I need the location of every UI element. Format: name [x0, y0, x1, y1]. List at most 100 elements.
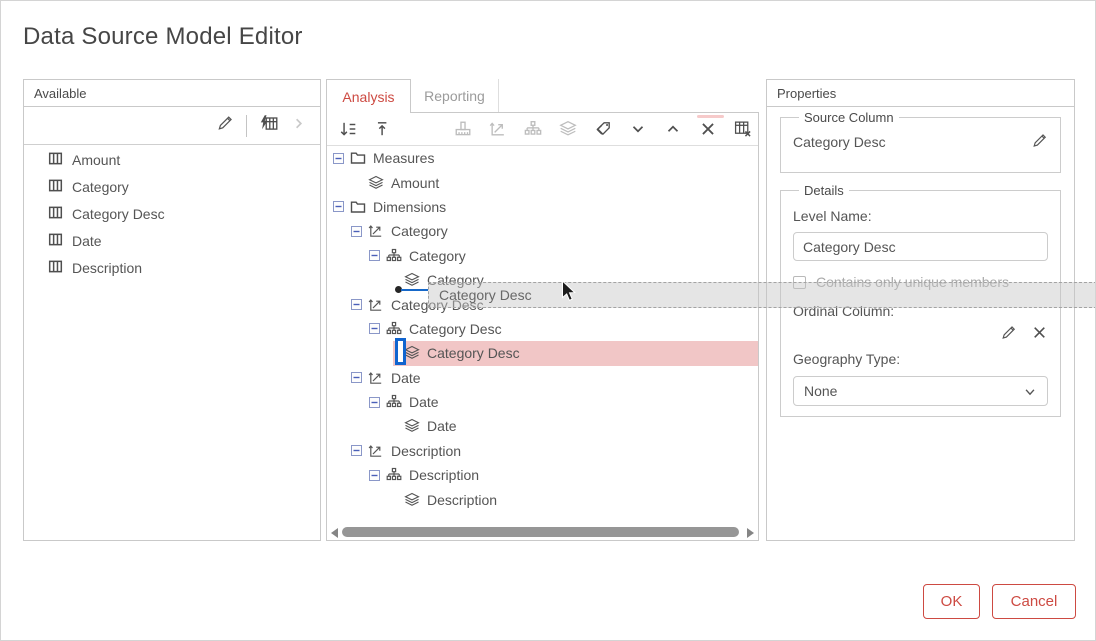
level-icon [404, 418, 420, 434]
add-measure-icon[interactable] [454, 120, 472, 138]
page-title: Data Source Model Editor [23, 23, 303, 51]
drag-ghost-label: Category Desc [439, 287, 532, 303]
tree-row-date-hierarchy[interactable]: Date [327, 390, 758, 414]
chevron-up-icon[interactable] [664, 120, 682, 138]
collapse-box-icon[interactable] [369, 323, 380, 334]
tree-row-description-level[interactable]: Description [327, 487, 758, 511]
add-attribute-icon[interactable] [594, 120, 612, 138]
hierarchy-icon [386, 248, 402, 264]
list-item[interactable]: Category Desc [24, 200, 320, 227]
available-toolbar [24, 107, 320, 145]
field-label: Category [72, 179, 129, 195]
geography-type-select[interactable]: None [793, 376, 1048, 406]
list-item[interactable]: Date [24, 227, 320, 254]
tree-label: Category [409, 248, 466, 264]
scrollbar-thumb[interactable] [342, 527, 739, 537]
collapse-box-icon[interactable] [351, 299, 362, 310]
table-column-icon [48, 232, 63, 250]
add-level-icon[interactable] [559, 120, 577, 138]
available-panel: Available Amount Category [23, 79, 321, 541]
collapse-box-icon[interactable] [333, 201, 344, 212]
tab-reporting[interactable]: Reporting [411, 79, 499, 112]
tree-row-category-hierarchy[interactable]: Category [327, 244, 758, 268]
chevron-down-icon[interactable] [629, 120, 647, 138]
horizontal-scrollbar[interactable] [331, 526, 754, 537]
available-panel-header: Available [24, 80, 320, 107]
table-column-icon [48, 259, 63, 277]
model-panel: Measures Amount Dimensions Category [326, 112, 759, 541]
model-toolbar [327, 113, 758, 146]
hierarchy-icon [386, 321, 402, 337]
clear-ordinal-column-icon[interactable] [1031, 324, 1048, 341]
source-column-value: Category Desc [793, 134, 886, 150]
details-legend: Details [799, 183, 849, 198]
tree-label: Category Desc [427, 345, 520, 361]
collapse-box-icon[interactable] [369, 470, 380, 481]
tree-row-date-level[interactable]: Date [327, 414, 758, 438]
tree-label: Date [391, 370, 421, 386]
drop-position-line [401, 289, 428, 291]
drop-insertion-marker [395, 338, 406, 365]
list-item[interactable]: Description [24, 254, 320, 281]
add-calculated-field-icon[interactable] [259, 114, 279, 137]
edit-source-column-icon[interactable] [1031, 132, 1048, 152]
tree-row-description-dimension[interactable]: Description [327, 439, 758, 463]
level-icon [368, 175, 384, 191]
cancel-button[interactable]: Cancel [992, 584, 1076, 619]
delete-table-icon[interactable] [734, 120, 752, 138]
properties-panel-header: Properties [767, 80, 1074, 107]
tree-row-date-dimension[interactable]: Date [327, 366, 758, 390]
geography-type-label: Geography Type: [793, 351, 1048, 367]
collapse-box-icon[interactable] [333, 153, 344, 164]
chevron-down-icon [1023, 385, 1037, 399]
dimension-icon [368, 297, 384, 313]
tree-label: Measures [373, 150, 434, 166]
tree-label: Amount [391, 175, 439, 191]
hover-hint-line [697, 115, 724, 118]
field-label: Amount [72, 152, 120, 168]
scroll-right-arrow-icon[interactable] [747, 528, 754, 538]
table-column-icon [48, 151, 63, 169]
dimension-icon [368, 443, 384, 459]
mouse-cursor-icon [561, 280, 578, 308]
tree-row-measures[interactable]: Measures [327, 146, 758, 170]
edit-ordinal-column-icon[interactable] [1000, 324, 1017, 341]
folder-icon [350, 150, 366, 166]
table-column-icon [48, 205, 63, 223]
tree-row-categorydesc-level-selected[interactable]: Category Desc [327, 341, 758, 365]
chevron-right-icon[interactable] [291, 116, 306, 136]
source-column-legend: Source Column [799, 110, 899, 125]
tree-label: Date [409, 394, 439, 410]
tree-label: Category [391, 223, 448, 239]
ok-button[interactable]: OK [923, 584, 980, 619]
collapse-box-icon[interactable] [351, 226, 362, 237]
list-item[interactable]: Category [24, 173, 320, 200]
move-down-icon[interactable] [339, 120, 357, 138]
move-up-icon[interactable] [374, 120, 392, 138]
level-icon [404, 272, 420, 288]
edit-field-icon[interactable] [216, 114, 234, 137]
list-item[interactable]: Amount [24, 146, 320, 173]
collapse-box-icon[interactable] [369, 397, 380, 408]
tab-analysis[interactable]: Analysis [326, 79, 411, 113]
tree-row-category-dimension[interactable]: Category [327, 219, 758, 243]
collapse-box-icon[interactable] [369, 250, 380, 261]
collapse-box-icon[interactable] [351, 445, 362, 456]
collapse-box-icon[interactable] [351, 372, 362, 383]
model-tree: Measures Amount Dimensions Category [327, 146, 758, 512]
tree-row-amount[interactable]: Amount [327, 170, 758, 194]
tree-label: Description [409, 467, 479, 483]
delete-icon[interactable] [699, 120, 717, 138]
field-label: Date [72, 233, 102, 249]
tree-label: Category Desc [409, 321, 502, 337]
tree-row-categorydesc-hierarchy[interactable]: Category Desc [327, 317, 758, 341]
data-source-model-editor-dialog: Data Source Model Editor Available Amoun… [0, 0, 1096, 641]
tree-row-dimensions[interactable]: Dimensions [327, 195, 758, 219]
tree-row-description-hierarchy[interactable]: Description [327, 463, 758, 487]
scroll-left-arrow-icon[interactable] [331, 528, 338, 538]
add-hierarchy-icon[interactable] [524, 120, 542, 138]
level-icon [404, 345, 420, 361]
add-dimension-icon[interactable] [489, 120, 507, 138]
available-field-list: Amount Category Category Desc Date Descr… [24, 145, 320, 281]
level-name-input[interactable] [793, 232, 1048, 261]
